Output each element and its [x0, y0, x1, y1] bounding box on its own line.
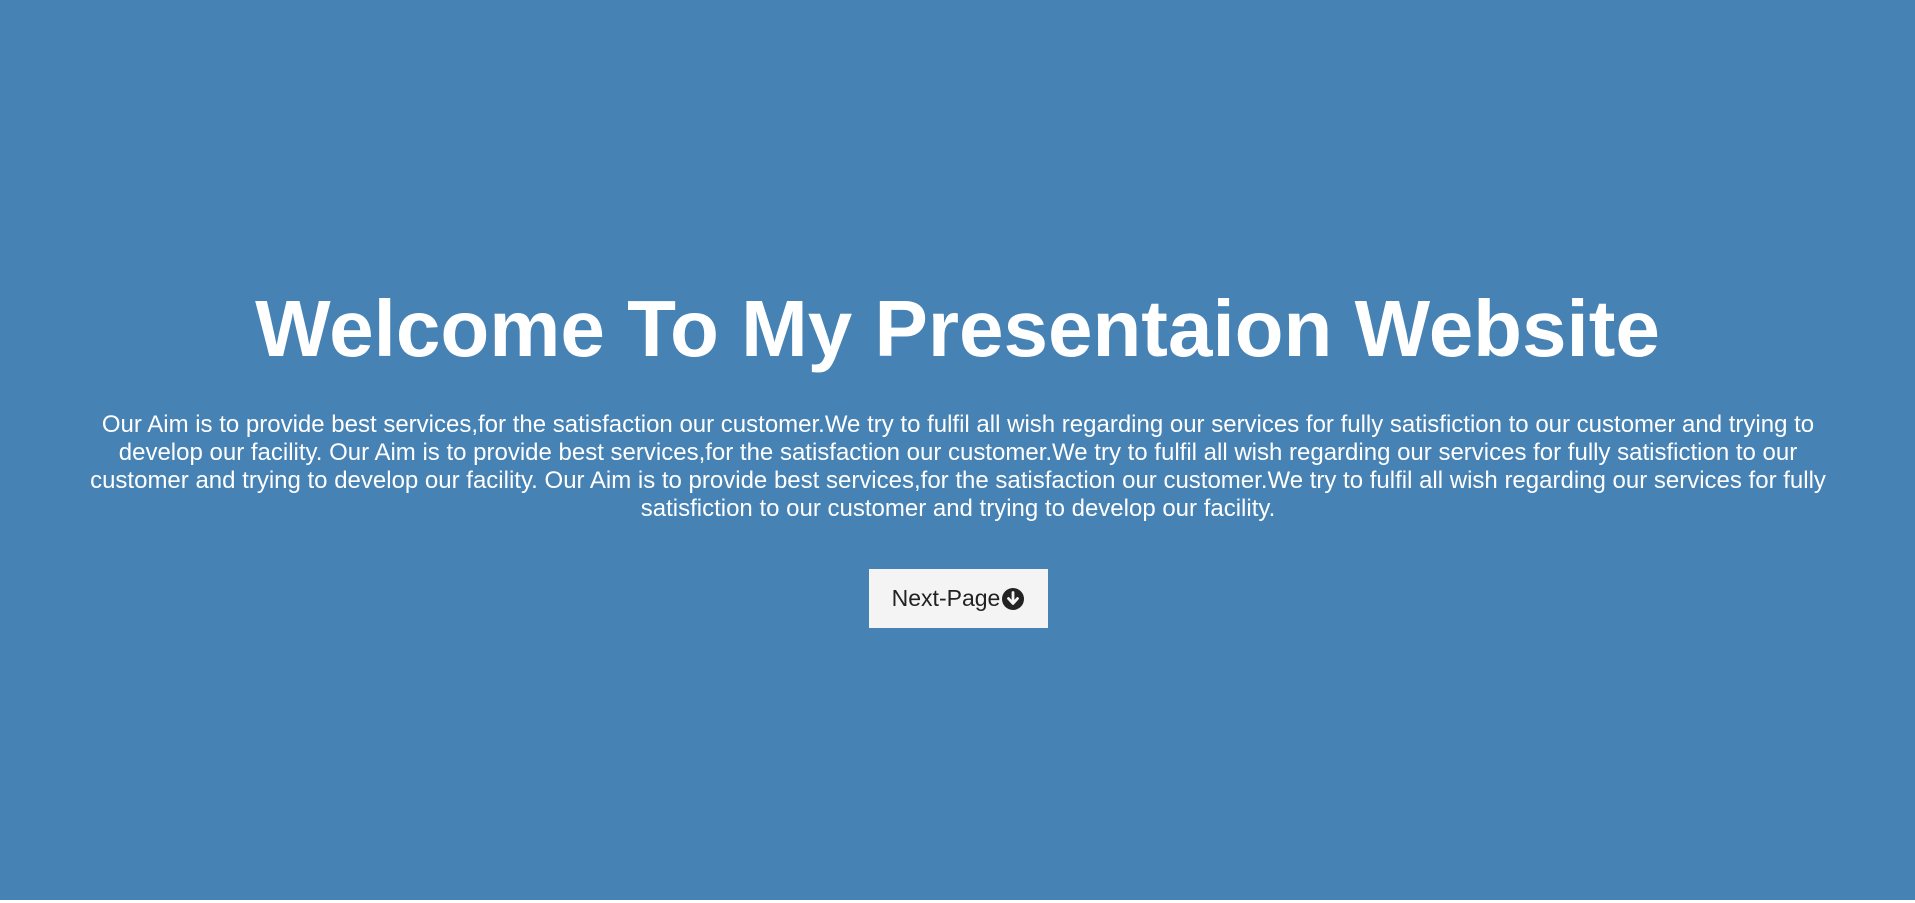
- next-page-label: Next-Page: [891, 585, 1001, 611]
- page-title: Welcome To My Presentaion Website: [255, 284, 1660, 373]
- next-page-button[interactable]: Next-Page: [869, 569, 1048, 628]
- intro-paragraph: Our Aim is to provide best services,for …: [90, 411, 1826, 522]
- hero-section: Welcome To My Presentaion Website Our Ai…: [0, 0, 1915, 900]
- arrow-circle-down-icon: [1001, 587, 1025, 611]
